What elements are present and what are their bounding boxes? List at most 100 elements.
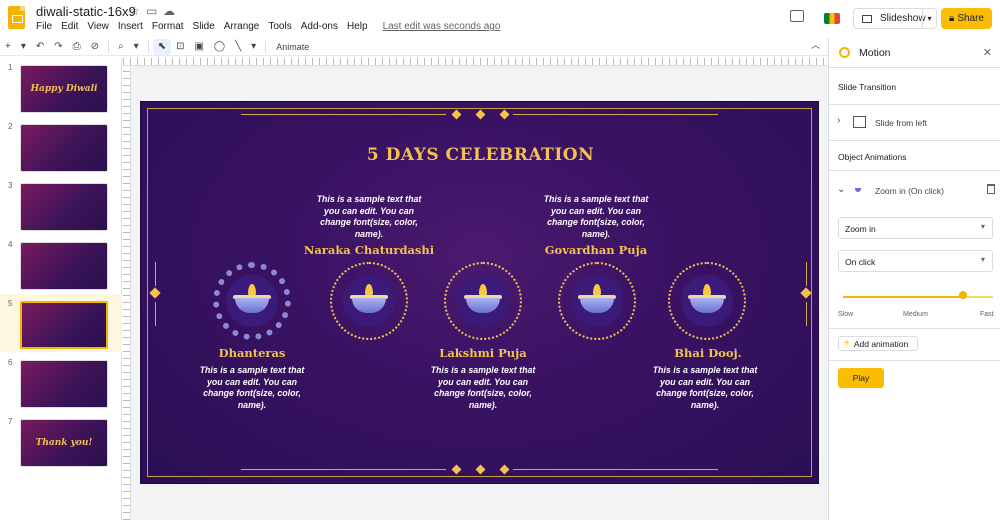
day-1-description[interactable]: This is a sample text that you can edit.… — [197, 365, 307, 411]
shape-icon[interactable]: ◯ — [209, 39, 230, 55]
print-icon[interactable]: ⎙ — [68, 39, 86, 55]
add-animation-button[interactable]: + Add animation — [838, 336, 918, 351]
close-icon[interactable]: ✕ — [983, 46, 992, 59]
horizontal-ruler[interactable] — [123, 58, 828, 66]
line-icon[interactable]: ╲ — [230, 39, 246, 55]
folder-icon[interactable]: ▭ — [146, 4, 157, 18]
document-title[interactable]: diwali-static-16x9 — [36, 4, 136, 19]
undo-icon[interactable]: ↶ — [31, 39, 49, 55]
star-icon[interactable]: ☆ — [129, 4, 140, 18]
day-4-description[interactable]: This is a sample text that you can edit.… — [541, 194, 651, 240]
day-1-name[interactable]: Dhanteras — [182, 346, 322, 360]
animation-trigger-select[interactable]: On click ▾ — [838, 250, 993, 272]
day-4-name[interactable]: Govardhan Puja — [526, 243, 666, 257]
day-3-name[interactable]: Lakshmi Puja — [413, 346, 553, 360]
filmstrip-item[interactable]: 3 — [0, 176, 122, 234]
line-chevron-icon[interactable]: ▾ — [246, 39, 261, 55]
slide-number: 2 — [8, 122, 13, 131]
menu-addons[interactable]: Add-ons — [301, 21, 338, 32]
slide-number: 4 — [8, 240, 13, 249]
slide-canvas[interactable]: 5 DAYS CELEBRATION This is a sample text… — [140, 101, 819, 484]
side-ornament-line — [155, 302, 156, 326]
redo-icon[interactable]: ↷ — [49, 39, 67, 55]
comment-history-icon[interactable] — [790, 10, 804, 22]
slide-transition-row[interactable]: › Slide from left — [829, 105, 1000, 138]
day-5-name[interactable]: Bhai Dooj. — [638, 346, 778, 360]
day-5-description[interactable]: This is a sample text that you can edit.… — [650, 365, 760, 411]
zoom-chevron-icon[interactable]: ▾ — [129, 39, 144, 55]
effect-select-value: Zoom in — [845, 224, 876, 234]
slide-thumbnail[interactable] — [20, 242, 108, 290]
diya-illustration[interactable] — [213, 262, 291, 340]
speed-slider-track[interactable] — [843, 296, 993, 298]
menu-format[interactable]: Format — [152, 21, 184, 32]
slide-thumbnail[interactable]: Happy Diwali — [20, 65, 108, 113]
diya-illustration[interactable] — [444, 262, 522, 340]
slide-thumbnail[interactable] — [20, 183, 108, 231]
slide-title[interactable]: 5 DAYS CELEBRATION — [141, 145, 818, 165]
toolbar: + ▾ ↶ ↷ ⎙ ⊘ ⌕ ▾ ⬉ ⊡ ▣ ◯ ╲ ▾ Animate ︿ — [0, 38, 828, 56]
collapse-toolbar-icon[interactable]: ︿ — [811, 38, 820, 51]
filmstrip-item[interactable]: 1 Happy Diwali — [0, 58, 122, 116]
transition-name: Slide from left — [875, 118, 927, 128]
select-cursor-icon[interactable]: ⬉ — [152, 38, 172, 55]
animation-effect-select[interactable]: Zoom in ▾ — [838, 217, 993, 239]
play-button[interactable]: Play — [838, 368, 884, 388]
section-divider — [829, 140, 1000, 141]
diya-illustration[interactable] — [558, 262, 636, 340]
diya-illustration[interactable] — [330, 262, 408, 340]
cloud-icon[interactable]: ☁ — [163, 4, 175, 18]
chevron-right-icon[interactable]: › — [837, 115, 840, 126]
thumbnail-text: Thank you! — [35, 438, 93, 448]
filmstrip-item[interactable]: 7 Thank you! — [0, 412, 122, 470]
menu-slide[interactable]: Slide — [193, 21, 215, 32]
title-bar: diwali-static-16x9 ☆ ▭ ☁ File Edit View … — [0, 0, 1000, 36]
animation-item-label: Zoom in (On click) — [875, 186, 944, 196]
filmstrip-item-selected[interactable]: 5 — [0, 294, 122, 352]
motion-panel: Motion ✕ Slide Transition › Slide from l… — [828, 38, 1000, 520]
meet-button[interactable] — [818, 8, 846, 28]
zoom-icon[interactable]: ⌕ — [113, 39, 129, 55]
toolbar-divider — [265, 40, 267, 53]
day-2-description[interactable]: This is a sample text that you can edit.… — [314, 194, 424, 240]
insert-image-icon[interactable]: ▣ — [189, 39, 208, 55]
side-ornament-line — [806, 302, 807, 326]
animate-button[interactable]: Animate — [270, 39, 315, 55]
filmstrip-item[interactable]: 2 — [0, 117, 122, 175]
new-slide-icon[interactable]: + — [0, 39, 16, 55]
day-3-description[interactable]: This is a sample text that you can edit.… — [428, 365, 538, 411]
thumbnail-text: Happy Diwali — [30, 84, 98, 94]
animation-list-item[interactable]: ⌄ Zoom in (On click) — [829, 178, 1000, 204]
day-2-name[interactable]: Naraka Chaturdashi — [299, 243, 439, 257]
menu-insert[interactable]: Insert — [118, 21, 143, 32]
last-edit-link[interactable]: Last edit was seconds ago — [383, 21, 501, 32]
menu-tools[interactable]: Tools — [268, 21, 291, 32]
trash-icon[interactable] — [987, 184, 995, 194]
menu-arrange[interactable]: Arrange — [224, 21, 260, 32]
diya-illustration[interactable] — [668, 262, 746, 340]
slides-logo-icon[interactable] — [8, 6, 25, 29]
new-slide-layout-chevron-icon[interactable]: ▾ — [16, 39, 31, 55]
menu-edit[interactable]: Edit — [61, 21, 78, 32]
share-button[interactable]: 🔒︎ Share — [941, 8, 992, 29]
slideshow-options-chevron-down-icon[interactable]: ▾ — [922, 9, 936, 28]
paint-format-icon[interactable]: ⊘ — [86, 39, 104, 55]
slideshow-button[interactable]: Slideshow ▾ — [853, 8, 937, 29]
menu-file[interactable]: File — [36, 21, 52, 32]
meet-icon — [824, 12, 840, 24]
vertical-ruler[interactable] — [123, 66, 131, 520]
slide-thumbnail[interactable] — [20, 124, 108, 172]
chevron-down-icon[interactable]: ⌄ — [837, 184, 845, 195]
menu-view[interactable]: View — [87, 21, 109, 32]
slide-thumbnail[interactable]: Thank you! — [20, 419, 108, 467]
menu-help[interactable]: Help — [347, 21, 368, 32]
text-box-icon[interactable]: ⊡ — [171, 39, 189, 55]
slide-thumbnail[interactable] — [20, 360, 108, 408]
filmstrip-item[interactable]: 4 — [0, 235, 122, 293]
filmstrip-item[interactable]: 6 — [0, 353, 122, 411]
object-animations-label: Object Animations — [838, 152, 907, 162]
slide-thumbnail[interactable] — [20, 301, 108, 349]
speed-slider-handle[interactable] — [959, 291, 967, 299]
speed-fast-label: Fast — [980, 311, 994, 318]
section-divider — [829, 170, 1000, 171]
